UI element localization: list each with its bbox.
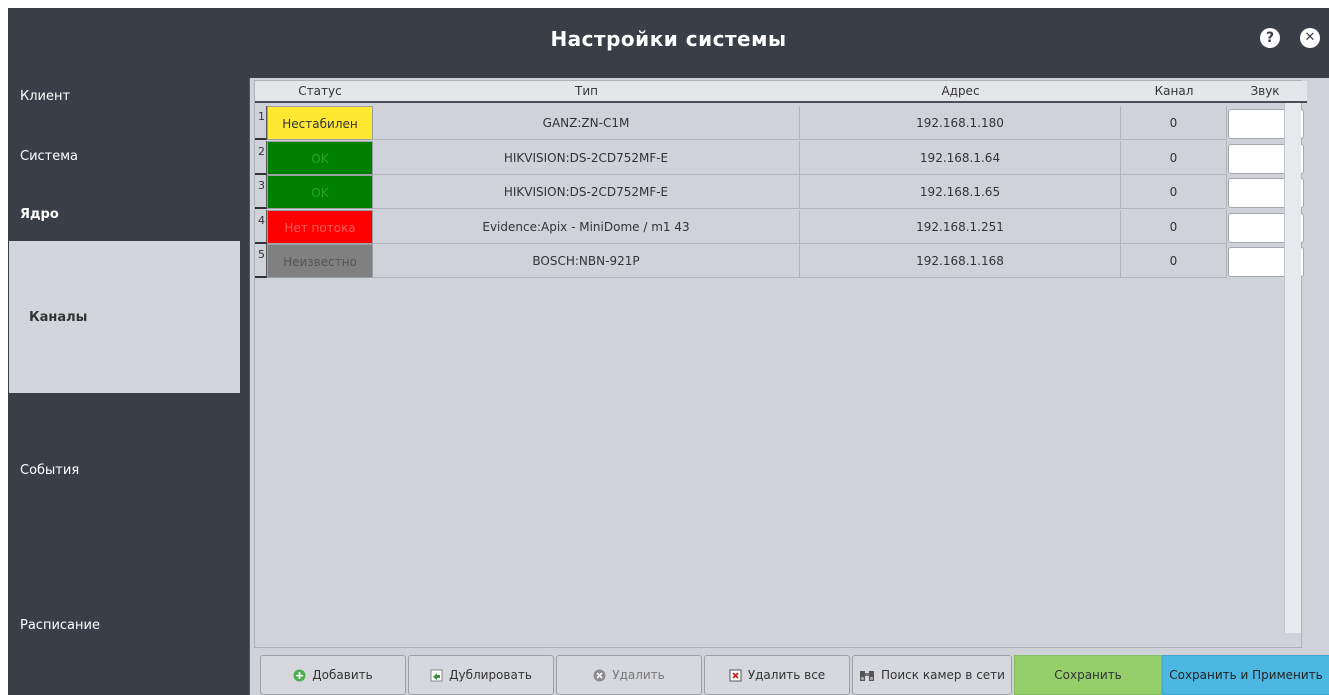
- delete-all-button-label: Удалить все: [747, 668, 826, 682]
- search-cameras-button-label: Поиск камер в сети: [881, 668, 1005, 682]
- action-bar: Добавить Дублировать Удалить Удалить все: [250, 655, 1329, 695]
- plus-circle-icon: [293, 669, 306, 682]
- channel-cell[interactable]: 0: [1121, 175, 1227, 210]
- sidebar-item-client[interactable]: Клиент: [8, 70, 240, 122]
- table-row[interactable]: 4 Нет потока Evidence:Apix - MiniDome / m1…: [255, 209, 1307, 244]
- channel-cell[interactable]: 0: [1121, 244, 1227, 279]
- table-row[interactable]: 1НестабиленGANZ:ZN-C1M192.168.1.1800▲▼: [255, 106, 1307, 140]
- save-apply-button[interactable]: Сохранить и Применить: [1162, 655, 1329, 695]
- window-title: Настройки системы: [550, 27, 787, 51]
- title-bar: Настройки системы ? ✕: [8, 8, 1329, 70]
- delete-all-button[interactable]: Удалить все: [704, 655, 850, 695]
- column-header-channel[interactable]: Канал: [1121, 81, 1227, 101]
- address-cell[interactable]: 192.168.1.64: [800, 140, 1121, 175]
- address-cell[interactable]: 192.168.1.251: [800, 209, 1121, 244]
- channel-cell[interactable]: 0: [1121, 106, 1227, 140]
- address-cell[interactable]: 192.168.1.168: [800, 244, 1121, 279]
- channels-table: Статус Тип Адрес Канал Звук 1 Нестабилен G…: [254, 80, 1307, 648]
- save-button[interactable]: Сохранить: [1014, 655, 1162, 695]
- row-number: 1: [255, 106, 267, 140]
- search-cameras-button[interactable]: Поиск камер в сети: [852, 655, 1012, 695]
- type-cell[interactable]: HIKVISION:DS-2CD752MF-E: [373, 175, 800, 210]
- column-header-address[interactable]: Адрес: [800, 81, 1121, 101]
- sidebar-item-core[interactable]: Ядро: [8, 188, 240, 240]
- status-cell[interactable]: OK: [267, 140, 373, 175]
- close-icon[interactable]: ✕: [1300, 28, 1320, 48]
- type-cell[interactable]: BOSCH:NBN-921P: [373, 244, 800, 279]
- table-header: Статус Тип Адрес Канал Звук: [255, 81, 1307, 103]
- sidebar-item-channels[interactable]: Каналы: [9, 241, 240, 393]
- table-row[interactable]: 5НеизвестноBOSCH:NBN-921P192.168.1.1680▲…: [255, 244, 1307, 279]
- delete-circle-icon: [593, 669, 606, 682]
- status-cell[interactable]: Нестабилен: [267, 106, 373, 140]
- delete-button[interactable]: Удалить: [556, 655, 702, 695]
- address-cell[interactable]: 192.168.1.65: [800, 175, 1121, 210]
- channel-cell[interactable]: 0: [1121, 140, 1227, 175]
- duplicate-button-label: Дублировать: [449, 668, 532, 682]
- binoculars-icon: [859, 669, 875, 682]
- save-button-label: Сохранить: [1054, 668, 1122, 682]
- sidebar-item-schedule[interactable]: Расписание: [8, 595, 240, 655]
- channels-panel: Статус Тип Адрес Канал Звук 1 Нестабилен G…: [249, 78, 1329, 695]
- status-cell[interactable]: OK: [267, 175, 373, 210]
- type-cell[interactable]: HIKVISION:DS-2CD752MF-E: [373, 140, 800, 175]
- vertical-scrollbar[interactable]: [1284, 103, 1301, 633]
- row-number: 5: [255, 244, 267, 279]
- duplicate-icon: [430, 669, 443, 682]
- status-cell[interactable]: Нет потока: [267, 209, 373, 244]
- delete-button-label: Удалить: [612, 668, 665, 682]
- status-cell[interactable]: Неизвестно: [267, 244, 373, 279]
- channel-cell[interactable]: 0: [1121, 209, 1227, 244]
- type-cell[interactable]: GANZ:ZN-C1M: [373, 106, 800, 140]
- sidebar-item-events[interactable]: События: [8, 440, 240, 500]
- column-header-sound[interactable]: Звук: [1227, 81, 1303, 101]
- save-apply-button-label: Сохранить и Применить: [1169, 668, 1323, 682]
- add-button-label: Добавить: [312, 668, 373, 682]
- delete-all-icon: [729, 669, 742, 682]
- duplicate-button[interactable]: Дублировать: [408, 655, 554, 695]
- type-cell[interactable]: Evidence:Apix - MiniDome / m1 43: [373, 209, 800, 244]
- help-icon[interactable]: ?: [1260, 28, 1280, 48]
- row-number: 3: [255, 175, 267, 210]
- column-header-type[interactable]: Тип: [373, 81, 800, 101]
- table-row[interactable]: 3OKHIKVISION:DS-2CD752MF-E192.168.1.650▲…: [255, 175, 1307, 210]
- sidebar: Клиент Система Ядро Каналы События Распи…: [8, 70, 248, 695]
- settings-window: Настройки системы ? ✕ Клиент Система Ядр…: [8, 8, 1329, 695]
- row-number: 4: [255, 209, 267, 244]
- add-button[interactable]: Добавить: [260, 655, 406, 695]
- column-header-status[interactable]: Статус: [267, 81, 373, 101]
- row-number: 2: [255, 140, 267, 175]
- table-row[interactable]: 2OKHIKVISION:DS-2CD752MF-E192.168.1.640▲…: [255, 140, 1307, 175]
- address-cell[interactable]: 192.168.1.180: [800, 106, 1121, 140]
- sidebar-item-system[interactable]: Система: [8, 130, 240, 182]
